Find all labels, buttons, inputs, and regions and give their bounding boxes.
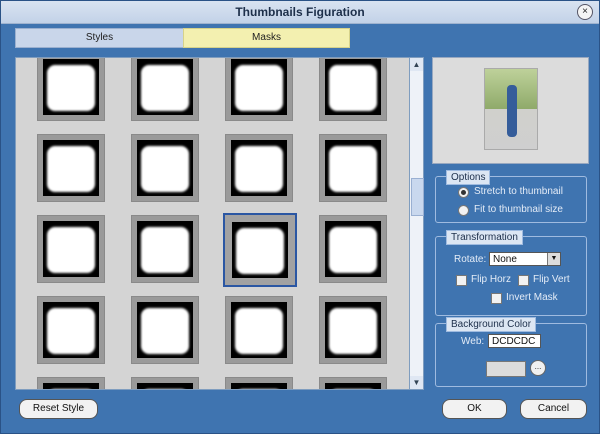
fit-radio[interactable]: [458, 205, 469, 216]
tab-styles[interactable]: Styles: [15, 28, 184, 48]
scroll-thumb[interactable]: [411, 178, 424, 216]
stretch-radio[interactable]: [458, 187, 469, 198]
mask-thumbnail[interactable]: [319, 134, 387, 202]
chevron-down-icon[interactable]: ▼: [547, 253, 560, 265]
mask-preview: [231, 59, 287, 115]
scroll-up-icon[interactable]: ▲: [410, 58, 423, 71]
close-icon[interactable]: ×: [577, 4, 593, 20]
mask-thumbnail[interactable]: [319, 377, 387, 389]
mask-preview: [137, 221, 193, 277]
transformation-legend: Transformation: [446, 230, 523, 245]
cancel-button[interactable]: Cancel: [520, 399, 587, 419]
mask-preview: [43, 140, 99, 196]
rotate-value: None: [493, 254, 517, 265]
mask-preview: [325, 140, 381, 196]
flip-horz-checkbox[interactable]: [456, 275, 467, 286]
mask-preview: [325, 221, 381, 277]
fit-label: Fit to thumbnail size: [474, 204, 563, 215]
mask-preview: [231, 302, 287, 358]
title-bar: Thumbnails Figuration ×: [1, 1, 599, 24]
mask-thumbnail[interactable]: [37, 296, 105, 364]
rotate-select[interactable]: None ▼: [489, 252, 561, 266]
mask-thumbnail[interactable]: [319, 58, 387, 121]
flip-vert-label: Flip Vert: [533, 274, 570, 285]
mask-thumbnail[interactable]: [319, 296, 387, 364]
color-swatch: [486, 361, 526, 377]
mask-thumbnail[interactable]: [131, 215, 199, 283]
dialog-window: Thumbnails Figuration × Styles Masks ▲ ▼…: [0, 0, 600, 434]
flip-horz-label: Flip Horz: [471, 274, 512, 285]
mask-preview: [43, 383, 99, 389]
mask-preview: [137, 140, 193, 196]
mask-thumbnail[interactable]: [225, 377, 293, 389]
options-group: Options Stretch to thumbnail Fit to thum…: [435, 170, 587, 223]
rotate-label: Rotate:: [454, 254, 487, 265]
scroll-down-icon[interactable]: ▼: [410, 376, 423, 389]
mask-thumbnail[interactable]: [37, 377, 105, 389]
mask-thumbnail[interactable]: [223, 213, 297, 287]
flip-vert-checkbox[interactable]: [518, 275, 529, 286]
mask-thumbnail[interactable]: [225, 296, 293, 364]
color-picker-button[interactable]: ...: [530, 360, 546, 376]
mask-thumbnail[interactable]: [131, 377, 199, 389]
mask-preview: [43, 59, 99, 115]
mask-preview: [43, 302, 99, 358]
thumbnail-scrollbar[interactable]: ▲ ▼: [409, 57, 424, 390]
mask-preview: [232, 222, 288, 278]
mask-thumbnail[interactable]: [225, 58, 293, 121]
person-figure: [507, 85, 517, 137]
mask-thumbnail[interactable]: [37, 134, 105, 202]
web-color-input[interactable]: DCDCDC: [488, 334, 541, 348]
stretch-label: Stretch to thumbnail: [474, 186, 563, 197]
invert-mask-label: Invert Mask: [506, 292, 558, 303]
background-color-group: Background Color Web: DCDCDC ...: [435, 317, 587, 387]
mask-thumbnail[interactable]: [37, 215, 105, 283]
tab-masks[interactable]: Masks: [183, 28, 350, 48]
transformation-group: Transformation Rotate: None ▼ Flip Horz …: [435, 230, 587, 316]
mask-preview: [137, 383, 193, 389]
mask-preview: [137, 59, 193, 115]
invert-mask-checkbox[interactable]: [491, 293, 502, 304]
ok-button[interactable]: OK: [442, 399, 507, 419]
web-label: Web:: [461, 336, 485, 347]
mask-thumbnail[interactable]: [319, 215, 387, 283]
mask-preview: [43, 221, 99, 277]
window-title: Thumbnails Figuration: [235, 5, 365, 19]
options-legend: Options: [446, 170, 491, 185]
preview-image: [484, 68, 538, 150]
mask-preview: [325, 59, 381, 115]
mask-preview: [325, 383, 381, 389]
mask-thumbnail[interactable]: [131, 58, 199, 121]
reset-style-button[interactable]: Reset Style: [19, 399, 98, 419]
mask-thumbnail[interactable]: [131, 296, 199, 364]
mask-preview: [137, 302, 193, 358]
mask-thumbnail[interactable]: [131, 134, 199, 202]
background-legend: Background Color: [446, 317, 537, 332]
mask-thumbnail[interactable]: [37, 58, 105, 121]
mask-preview: [325, 302, 381, 358]
thumbnail-pane: [15, 57, 411, 390]
preview-panel: [432, 57, 589, 164]
mask-thumbnail[interactable]: [225, 134, 293, 202]
mask-preview: [231, 383, 287, 389]
mask-preview: [231, 140, 287, 196]
